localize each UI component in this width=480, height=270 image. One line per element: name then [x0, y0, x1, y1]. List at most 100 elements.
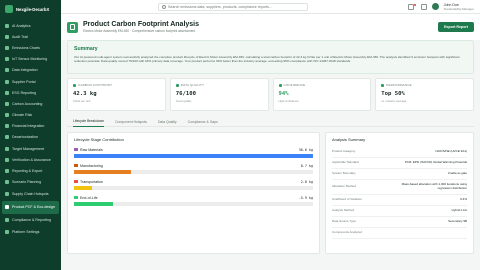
stage-end-of-life: End-of-Life -5.9 kg	[74, 195, 313, 206]
lifecycle-stages: Raw Materials 36.6 kg Manufacturing 8.7 …	[74, 147, 313, 206]
calculator-icon	[5, 101, 9, 106]
sidebar-item-data-integration[interactable]: Data Integration	[0, 65, 61, 76]
raw-materials-icon	[74, 148, 78, 151]
summary-text: Our AI-powered multi-agent system succes…	[74, 55, 460, 64]
sidebar-item-supply-chain-hotspots[interactable]: Supply Chain Hotspots	[0, 188, 61, 201]
sidebar-item-climate-risk[interactable]: Climate Risk	[0, 110, 61, 121]
info-row: Coefficient of Variation 9.4%	[332, 195, 467, 206]
info-row: Data Source Type Secondary 9B	[332, 217, 467, 228]
stage-value: 36.6 kg	[298, 147, 313, 152]
stage-label: End-of-Life	[80, 195, 98, 200]
bell-icon[interactable]	[407, 3, 414, 10]
stage-transportation: Transportation 2.8 kg	[74, 179, 313, 190]
search-box[interactable]	[158, 2, 308, 11]
tab-lifecycle-breakdown[interactable]: Lifecycle Breakdown	[73, 117, 105, 127]
stage-value: 8.7 kg	[300, 163, 313, 168]
export-report-button[interactable]: Export Report	[438, 22, 474, 32]
info-row: Applicable Standard PCR: EPD (ISO/CD) Glo…	[332, 158, 467, 169]
kpi-performance: PERFORMANCE Top 50% vs. industry average	[375, 78, 474, 111]
tab-component-hotspots[interactable]: Component Hotspots	[115, 117, 147, 127]
info-row: Analysis Method Hybrid LCA	[332, 206, 467, 217]
stage-label: Manufacturing	[80, 163, 103, 168]
title-block: Product Carbon Footprint Analysis Electr…	[83, 21, 199, 33]
bar-track	[74, 202, 313, 206]
finance-icon	[5, 124, 9, 129]
kpi-sub: Good quality	[175, 99, 192, 103]
database-icon	[5, 68, 9, 73]
hotspot-icon	[5, 192, 9, 197]
search-input[interactable]	[168, 4, 304, 9]
content: Summary Our AI-powered multi-agent syste…	[61, 40, 480, 254]
kpi-value: 76/100	[175, 91, 196, 97]
leaf-logo-icon	[5, 5, 13, 13]
stage-manufacturing: Manufacturing 8.7 kg	[74, 163, 313, 174]
bar-end-of-life	[74, 202, 113, 206]
confidence-icon	[278, 83, 282, 87]
sidebar-item-carbon-accounting[interactable]: Carbon Accounting	[0, 98, 61, 109]
report-icon	[5, 90, 9, 95]
sidebar-item-audit-trail[interactable]: Audit Trail	[0, 31, 61, 42]
stage-value: 2.8 kg	[300, 179, 313, 184]
tab-data-quality[interactable]: Data Quality	[158, 117, 177, 127]
sidebar-item-scenario-planning[interactable]: Scenario Planning	[0, 177, 61, 188]
stage-value: -5.9 kg	[298, 195, 313, 200]
kpi-sub: vs. industry average	[381, 99, 407, 103]
panels: Lifecycle Stage Contribution Raw Materia…	[67, 132, 474, 254]
kpi-sub: High confidence	[278, 99, 299, 103]
summary-title: Summary	[74, 46, 98, 52]
bar-transportation	[74, 186, 93, 190]
avatar[interactable]	[431, 3, 439, 10]
user-role: Sustainability Manager	[443, 6, 474, 11]
gear-icon	[5, 230, 9, 235]
stage-label: Raw Materials	[80, 147, 103, 152]
sidebar-item-financial-integration[interactable]: Financial Integration	[0, 121, 61, 132]
brand-name: Nexgile-DecarbX	[16, 6, 50, 12]
sidebar-item-platform-settings[interactable]: Platform Settings	[0, 227, 61, 238]
bar-raw-materials	[74, 154, 313, 158]
sidebar-item-product-pcf[interactable]: Product PCF & Eco-design	[2, 200, 59, 214]
ai-icon	[5, 23, 9, 28]
kpi-value: Top 50%	[381, 91, 405, 97]
target-icon	[5, 146, 9, 151]
leaf-icon	[5, 135, 9, 140]
info-row: Product Category NAICS/NE (HVCE 9A1)	[332, 147, 467, 158]
analysis-panel: Analysis Summary Product Category NAICS/N…	[325, 132, 474, 254]
info-row: Components Analyzed	[332, 228, 467, 239]
page-subtitle: Electric Motor Assembly EM-450 · Compreh…	[83, 29, 196, 33]
sidebar-item-iot-monitoring[interactable]: IoT Sensor Monitoring	[0, 54, 61, 65]
brand: Nexgile-DecarbX	[0, 0, 61, 18]
summary-card: Summary Our AI-powered multi-agent syste…	[67, 40, 474, 74]
sidebar-item-esg-reporting[interactable]: ESG Reporting	[0, 87, 61, 98]
scenario-icon	[5, 180, 9, 185]
info-row: Allocation Method Mass-based allocation w…	[332, 180, 467, 195]
kpi-row: CARBON FOOTPRINT 42.3 kg CO2e per unit D…	[67, 78, 474, 111]
page-header: Product Carbon Footprint Analysis Electr…	[61, 14, 480, 40]
top-right-controls: John Doe Sustainability Manager	[407, 3, 474, 11]
sidebar-item-verification[interactable]: Verification & Assurance	[0, 154, 61, 165]
settings-icon[interactable]	[420, 3, 427, 10]
lifecycle-panel: Lifecycle Stage Contribution Raw Materia…	[67, 132, 320, 254]
user-info[interactable]: John Doe Sustainability Manager	[444, 3, 474, 11]
product-icon	[5, 205, 9, 210]
sidebar-item-target-management[interactable]: Target Management	[0, 143, 61, 154]
tab-bar: Lifecycle Breakdown Component Hotspots D…	[67, 117, 474, 127]
search-icon	[162, 4, 166, 9]
manufacturing-icon	[74, 164, 78, 167]
main-area: John Doe Sustainability Manager Product …	[61, 0, 480, 270]
sidebar-item-ai-analytics[interactable]: AI Analytics	[0, 20, 61, 31]
lifecycle-title: Lifecycle Stage Contribution	[74, 137, 124, 142]
info-row: System Boundary Cradle-to-gate	[332, 169, 467, 180]
kpi-sub: CO2e per unit	[73, 99, 91, 103]
sidebar-item-compliance[interactable]: Compliance & Reporting	[0, 214, 61, 227]
stage-raw-materials: Raw Materials 36.6 kg	[74, 147, 313, 158]
sidebar-item-reporting-export[interactable]: Reporting & Export	[0, 165, 61, 176]
quality-icon	[175, 83, 179, 87]
tab-compliance-gaps[interactable]: Compliance & Gaps	[188, 117, 218, 127]
top-bar: John Doe Sustainability Manager	[61, 0, 480, 14]
sidebar-item-supplier-portal[interactable]: Supplier Portal	[0, 76, 61, 87]
bar-track	[74, 154, 313, 158]
sidebar-item-decarbonization[interactable]: Decarbonization	[0, 132, 61, 143]
kpi-data-quality: DATA QUALITY 76/100 Good quality	[169, 78, 269, 111]
document-icon	[67, 21, 78, 33]
sidebar-item-emissions-charts[interactable]: Emissions Charts	[0, 42, 61, 53]
